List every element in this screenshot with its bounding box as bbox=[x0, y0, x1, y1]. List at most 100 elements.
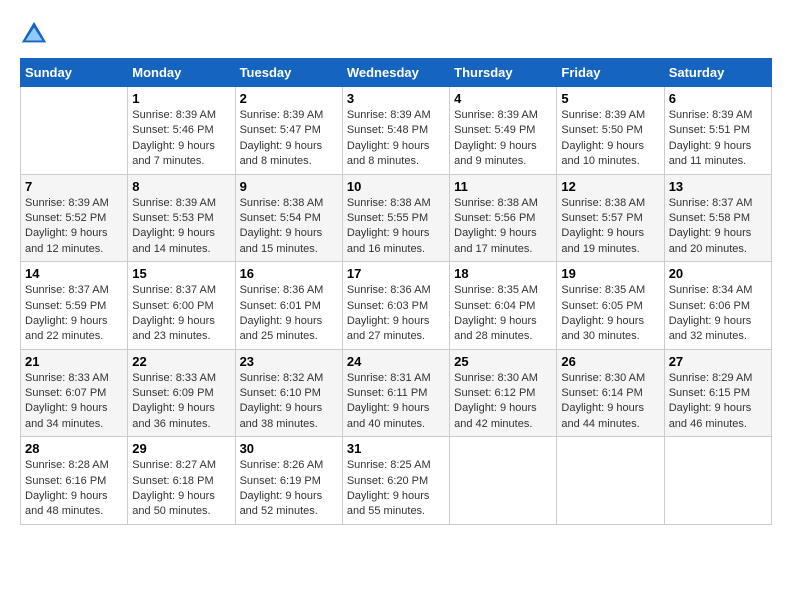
day-info: Sunrise: 8:26 AM Sunset: 6:19 PM Dayligh… bbox=[240, 458, 338, 520]
day-number: 2 bbox=[240, 91, 338, 106]
day-cell: 7 Sunrise: 8:39 AM Sunset: 5:52 PM Daylig… bbox=[21, 174, 128, 262]
day-info: Sunrise: 8:35 AM Sunset: 6:04 PM Dayligh… bbox=[454, 283, 552, 345]
day-number: 16 bbox=[240, 266, 338, 281]
day-cell: 14 Sunrise: 8:37 AM Sunset: 5:59 PM Dayli… bbox=[21, 262, 128, 350]
day-info: Sunrise: 8:39 AM Sunset: 5:53 PM Dayligh… bbox=[132, 196, 230, 258]
header-wednesday: Wednesday bbox=[342, 59, 449, 87]
day-info: Sunrise: 8:36 AM Sunset: 6:01 PM Dayligh… bbox=[240, 283, 338, 345]
day-cell: 21 Sunrise: 8:33 AM Sunset: 6:07 PM Dayli… bbox=[21, 349, 128, 437]
day-number: 31 bbox=[347, 441, 445, 456]
week-row-0: 1 Sunrise: 8:39 AM Sunset: 5:46 PM Daylig… bbox=[21, 87, 772, 175]
day-number: 30 bbox=[240, 441, 338, 456]
day-cell: 30 Sunrise: 8:26 AM Sunset: 6:19 PM Dayli… bbox=[235, 437, 342, 525]
day-number: 1 bbox=[132, 91, 230, 106]
day-info: Sunrise: 8:32 AM Sunset: 6:10 PM Dayligh… bbox=[240, 371, 338, 433]
logo bbox=[20, 20, 52, 48]
day-info: Sunrise: 8:39 AM Sunset: 5:52 PM Dayligh… bbox=[25, 196, 123, 258]
day-number: 15 bbox=[132, 266, 230, 281]
day-cell: 15 Sunrise: 8:37 AM Sunset: 6:00 PM Dayli… bbox=[128, 262, 235, 350]
day-number: 26 bbox=[561, 354, 659, 369]
day-number: 17 bbox=[347, 266, 445, 281]
day-info: Sunrise: 8:38 AM Sunset: 5:57 PM Dayligh… bbox=[561, 196, 659, 258]
day-number: 7 bbox=[25, 179, 123, 194]
day-cell: 28 Sunrise: 8:28 AM Sunset: 6:16 PM Dayli… bbox=[21, 437, 128, 525]
day-info: Sunrise: 8:38 AM Sunset: 5:55 PM Dayligh… bbox=[347, 196, 445, 258]
day-number: 25 bbox=[454, 354, 552, 369]
day-info: Sunrise: 8:30 AM Sunset: 6:14 PM Dayligh… bbox=[561, 371, 659, 433]
day-info: Sunrise: 8:31 AM Sunset: 6:11 PM Dayligh… bbox=[347, 371, 445, 433]
day-cell: 24 Sunrise: 8:31 AM Sunset: 6:11 PM Dayli… bbox=[342, 349, 449, 437]
week-row-4: 28 Sunrise: 8:28 AM Sunset: 6:16 PM Dayli… bbox=[21, 437, 772, 525]
day-info: Sunrise: 8:30 AM Sunset: 6:12 PM Dayligh… bbox=[454, 371, 552, 433]
day-number: 10 bbox=[347, 179, 445, 194]
day-cell: 10 Sunrise: 8:38 AM Sunset: 5:55 PM Dayli… bbox=[342, 174, 449, 262]
day-number: 20 bbox=[669, 266, 767, 281]
day-number: 19 bbox=[561, 266, 659, 281]
day-info: Sunrise: 8:37 AM Sunset: 5:59 PM Dayligh… bbox=[25, 283, 123, 345]
day-number: 9 bbox=[240, 179, 338, 194]
day-info: Sunrise: 8:28 AM Sunset: 6:16 PM Dayligh… bbox=[25, 458, 123, 520]
day-cell: 5Sunrise: 8:39 AM Sunset: 5:50 PM Daylig… bbox=[557, 87, 664, 175]
day-number: 8 bbox=[132, 179, 230, 194]
header-tuesday: Tuesday bbox=[235, 59, 342, 87]
day-cell: 9Sunrise: 8:38 AM Sunset: 5:54 PM Daylig… bbox=[235, 174, 342, 262]
day-cell: 23 Sunrise: 8:32 AM Sunset: 6:10 PM Dayli… bbox=[235, 349, 342, 437]
day-cell: 4Sunrise: 8:39 AM Sunset: 5:49 PM Daylig… bbox=[450, 87, 557, 175]
week-row-2: 14 Sunrise: 8:37 AM Sunset: 5:59 PM Dayli… bbox=[21, 262, 772, 350]
day-number: 29 bbox=[132, 441, 230, 456]
day-number: 18 bbox=[454, 266, 552, 281]
week-row-3: 21 Sunrise: 8:33 AM Sunset: 6:07 PM Dayli… bbox=[21, 349, 772, 437]
day-number: 22 bbox=[132, 354, 230, 369]
day-cell: 6 Sunrise: 8:39 AM Sunset: 5:51 PM Daylig… bbox=[664, 87, 771, 175]
day-cell: 20 Sunrise: 8:34 AM Sunset: 6:06 PM Dayli… bbox=[664, 262, 771, 350]
day-cell: 25 Sunrise: 8:30 AM Sunset: 6:12 PM Dayli… bbox=[450, 349, 557, 437]
day-info: Sunrise: 8:33 AM Sunset: 6:07 PM Dayligh… bbox=[25, 371, 123, 433]
day-cell: 29 Sunrise: 8:27 AM Sunset: 6:18 PM Dayli… bbox=[128, 437, 235, 525]
day-info: Sunrise: 8:27 AM Sunset: 6:18 PM Dayligh… bbox=[132, 458, 230, 520]
day-number: 23 bbox=[240, 354, 338, 369]
day-cell: 22Sunrise: 8:33 AM Sunset: 6:09 PM Dayli… bbox=[128, 349, 235, 437]
day-info: Sunrise: 8:29 AM Sunset: 6:15 PM Dayligh… bbox=[669, 371, 767, 433]
day-info: Sunrise: 8:39 AM Sunset: 5:51 PM Dayligh… bbox=[669, 108, 767, 170]
week-row-1: 7 Sunrise: 8:39 AM Sunset: 5:52 PM Daylig… bbox=[21, 174, 772, 262]
day-cell bbox=[450, 437, 557, 525]
day-cell: 19 Sunrise: 8:35 AM Sunset: 6:05 PM Dayli… bbox=[557, 262, 664, 350]
day-number: 13 bbox=[669, 179, 767, 194]
day-info: Sunrise: 8:25 AM Sunset: 6:20 PM Dayligh… bbox=[347, 458, 445, 520]
day-number: 6 bbox=[669, 91, 767, 106]
day-info: Sunrise: 8:39 AM Sunset: 5:48 PM Dayligh… bbox=[347, 108, 445, 170]
day-cell: 1 Sunrise: 8:39 AM Sunset: 5:46 PM Daylig… bbox=[128, 87, 235, 175]
day-info: Sunrise: 8:39 AM Sunset: 5:47 PM Dayligh… bbox=[240, 108, 338, 170]
header-row: SundayMondayTuesdayWednesdayThursdayFrid… bbox=[21, 59, 772, 87]
header-saturday: Saturday bbox=[664, 59, 771, 87]
day-cell: 13 Sunrise: 8:37 AM Sunset: 5:58 PM Dayli… bbox=[664, 174, 771, 262]
page-header bbox=[20, 20, 772, 48]
header-thursday: Thursday bbox=[450, 59, 557, 87]
day-number: 21 bbox=[25, 354, 123, 369]
day-info: Sunrise: 8:39 AM Sunset: 5:46 PM Dayligh… bbox=[132, 108, 230, 170]
day-cell: 11Sunrise: 8:38 AM Sunset: 5:56 PM Dayli… bbox=[450, 174, 557, 262]
day-cell: 3 Sunrise: 8:39 AM Sunset: 5:48 PM Daylig… bbox=[342, 87, 449, 175]
day-cell bbox=[557, 437, 664, 525]
day-info: Sunrise: 8:37 AM Sunset: 6:00 PM Dayligh… bbox=[132, 283, 230, 345]
calendar-table: SundayMondayTuesdayWednesdayThursdayFrid… bbox=[20, 58, 772, 525]
day-cell: 26 Sunrise: 8:30 AM Sunset: 6:14 PM Dayli… bbox=[557, 349, 664, 437]
header-friday: Friday bbox=[557, 59, 664, 87]
day-cell: 27 Sunrise: 8:29 AM Sunset: 6:15 PM Dayli… bbox=[664, 349, 771, 437]
day-info: Sunrise: 8:37 AM Sunset: 5:58 PM Dayligh… bbox=[669, 196, 767, 258]
day-info: Sunrise: 8:34 AM Sunset: 6:06 PM Dayligh… bbox=[669, 283, 767, 345]
day-number: 14 bbox=[25, 266, 123, 281]
day-number: 24 bbox=[347, 354, 445, 369]
day-cell: 17Sunrise: 8:36 AM Sunset: 6:03 PM Dayli… bbox=[342, 262, 449, 350]
logo-icon bbox=[20, 20, 48, 48]
day-number: 11 bbox=[454, 179, 552, 194]
day-cell bbox=[664, 437, 771, 525]
day-number: 27 bbox=[669, 354, 767, 369]
day-info: Sunrise: 8:35 AM Sunset: 6:05 PM Dayligh… bbox=[561, 283, 659, 345]
day-info: Sunrise: 8:39 AM Sunset: 5:50 PM Dayligh… bbox=[561, 108, 659, 170]
day-cell: 8 Sunrise: 8:39 AM Sunset: 5:53 PM Daylig… bbox=[128, 174, 235, 262]
day-number: 3 bbox=[347, 91, 445, 106]
day-number: 28 bbox=[25, 441, 123, 456]
day-cell: 2 Sunrise: 8:39 AM Sunset: 5:47 PM Daylig… bbox=[235, 87, 342, 175]
header-monday: Monday bbox=[128, 59, 235, 87]
